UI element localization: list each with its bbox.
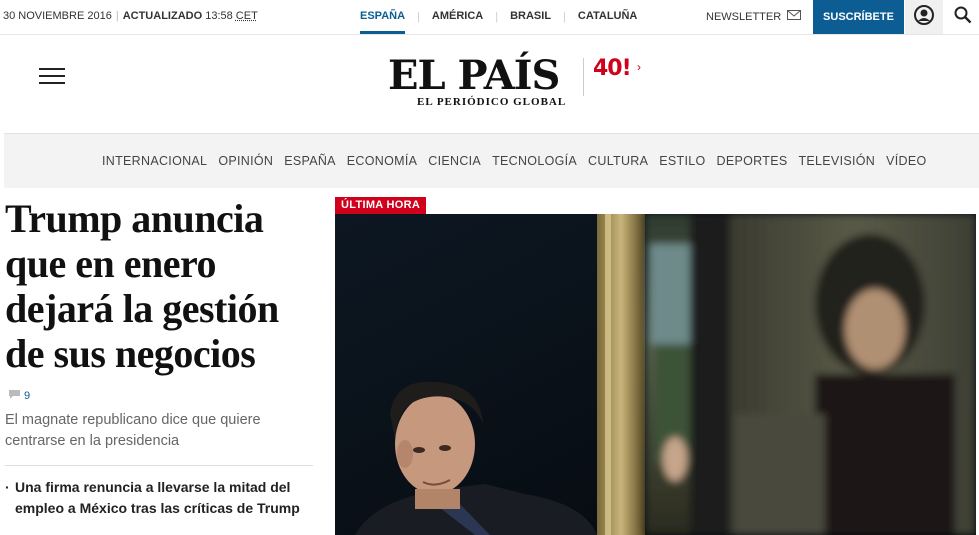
section-cultura[interactable]: CULTURA	[588, 154, 648, 168]
top-bar: 30 NOVIEMBRE 2016 | ACTUALIZADO 13:58 CET …	[0, 0, 979, 35]
search-button[interactable]	[946, 0, 979, 34]
updated-time: 13:58	[205, 10, 233, 22]
section-opinion[interactable]: OPINIÓN	[218, 154, 273, 168]
edition-espana[interactable]: ESPAÑA	[360, 0, 406, 34]
section-deportes[interactable]: DEPORTES	[717, 154, 788, 168]
comments-link[interactable]: 9	[8, 389, 30, 403]
related-story-link[interactable]: · Una firma renuncia a llevarse la mitad…	[5, 477, 315, 519]
envelope-icon	[787, 10, 802, 23]
logo-name: EL PAÍS	[388, 52, 560, 99]
newsletter-link[interactable]: NEWSLETTER	[706, 10, 802, 23]
section-tecnologia[interactable]: TECNOLOGÍA	[492, 154, 577, 168]
divider	[5, 465, 313, 466]
lead-standfirst: El magnate republicano dice que quiere c…	[5, 412, 261, 449]
lead-photo-image	[335, 214, 976, 535]
newsletter-label: NEWSLETTER	[706, 10, 782, 23]
logo-divider	[583, 58, 584, 96]
edition-america[interactable]: AMÉRICA	[432, 0, 483, 34]
edition-cataluna[interactable]: CATALUÑA	[578, 0, 637, 34]
updated-label: ACTUALIZADO	[122, 10, 203, 22]
user-icon	[914, 4, 934, 30]
logo-tagline: EL PERIÓDICO GLOBAL	[417, 96, 567, 108]
hamburger-icon	[39, 68, 65, 70]
lead-photo[interactable]	[335, 214, 976, 535]
section-ciencia[interactable]: CIENCIA	[428, 154, 481, 168]
section-video[interactable]: VÍDEO	[886, 154, 926, 168]
menu-button[interactable]	[39, 68, 65, 84]
speech-bubble-icon	[8, 389, 21, 403]
anniversary-logo: 40!	[593, 56, 632, 81]
date-line: 30 NOVIEMBRE 2016 | ACTUALIZADO 13:58 CET	[3, 10, 258, 22]
timezone: CET	[235, 10, 258, 22]
section-internacional[interactable]: INTERNACIONAL	[102, 154, 207, 168]
chevron-right-icon: ›	[637, 60, 641, 74]
edition-brasil[interactable]: BRASIL	[510, 0, 551, 34]
section-television[interactable]: TELEVISIÓN	[798, 154, 875, 168]
lead-headline[interactable]: Trump anuncia que en enero dejará la ges…	[5, 196, 325, 376]
related-story-text: Una firma renuncia a llevarse la mitad d…	[15, 479, 300, 516]
search-icon	[954, 6, 972, 29]
breaking-news-badge: ÚLTIMA HORA	[335, 197, 427, 214]
edition-selector: ESPAÑA | AMÉRICA | BRASIL | CATALUÑA	[360, 0, 637, 34]
section-estilo[interactable]: ESTILO	[659, 154, 705, 168]
comment-count: 9	[24, 390, 31, 402]
sections-nav: INTERNACIONAL OPINIÓN ESPAÑA ECONOMÍA CI…	[4, 133, 979, 188]
section-economia[interactable]: ECONOMÍA	[347, 154, 417, 168]
section-espana[interactable]: ESPAÑA	[284, 154, 336, 168]
site-logo[interactable]: EL PAÍS EL PERIÓDICO GLOBAL 40! ›	[388, 54, 648, 110]
current-date: 30 NOVIEMBRE 2016	[3, 10, 112, 22]
subscribe-button[interactable]: SUSCRÍBETE	[813, 0, 904, 34]
profile-button[interactable]	[905, 0, 943, 34]
